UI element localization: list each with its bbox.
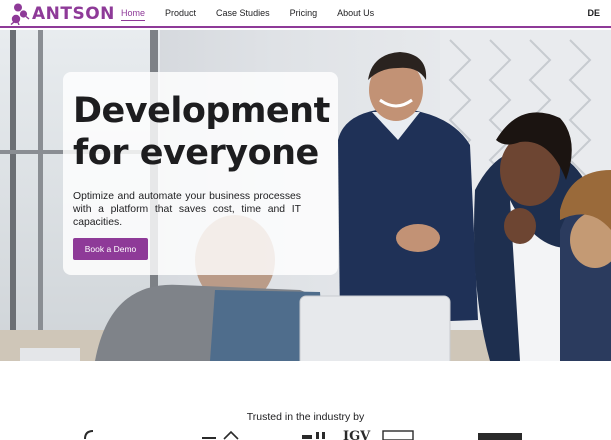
hero-description: Optimize and automate your business proc… [73,191,301,228]
book-demo-button[interactable]: Book a Demo [73,238,148,260]
partner-logo-5 [478,429,522,440]
nav-pricing[interactable]: Pricing [290,0,318,26]
partner-logo-3 [302,429,330,440]
hero-card: Development for everyone Optimize and au… [63,72,338,275]
trusted-heading: Trusted in the industry by [246,411,365,423]
partner-logo-4: IGV [343,429,415,440]
main-menu: Home Product Case Studies Pricing About … [121,0,394,26]
hero-title-line-2: for everyone [73,133,319,173]
partner-logo-1 [84,429,94,440]
partner-logos: IGV [0,429,611,440]
nav-home[interactable]: Home [121,0,146,26]
partner-logo-2 [202,429,242,440]
hero-title: Development for everyone [73,90,333,174]
nav-case-studies[interactable]: Case Studies [216,0,270,26]
hero-title-line-1: Development [73,91,330,131]
svg-text:IGV: IGV [343,429,371,440]
brand-name: ANTSON [32,4,115,24]
hero-section: Development for everyone Optimize and au… [0,30,611,361]
nav-product[interactable]: Product [165,0,196,26]
brand-logo[interactable]: ANTSON [10,3,115,25]
language-switch[interactable]: DE [587,0,600,26]
top-navigation: ANTSON Home Product Case Studies Pricing… [0,0,611,28]
ant-logo-icon [10,3,30,25]
nav-about-us[interactable]: About Us [337,0,374,26]
